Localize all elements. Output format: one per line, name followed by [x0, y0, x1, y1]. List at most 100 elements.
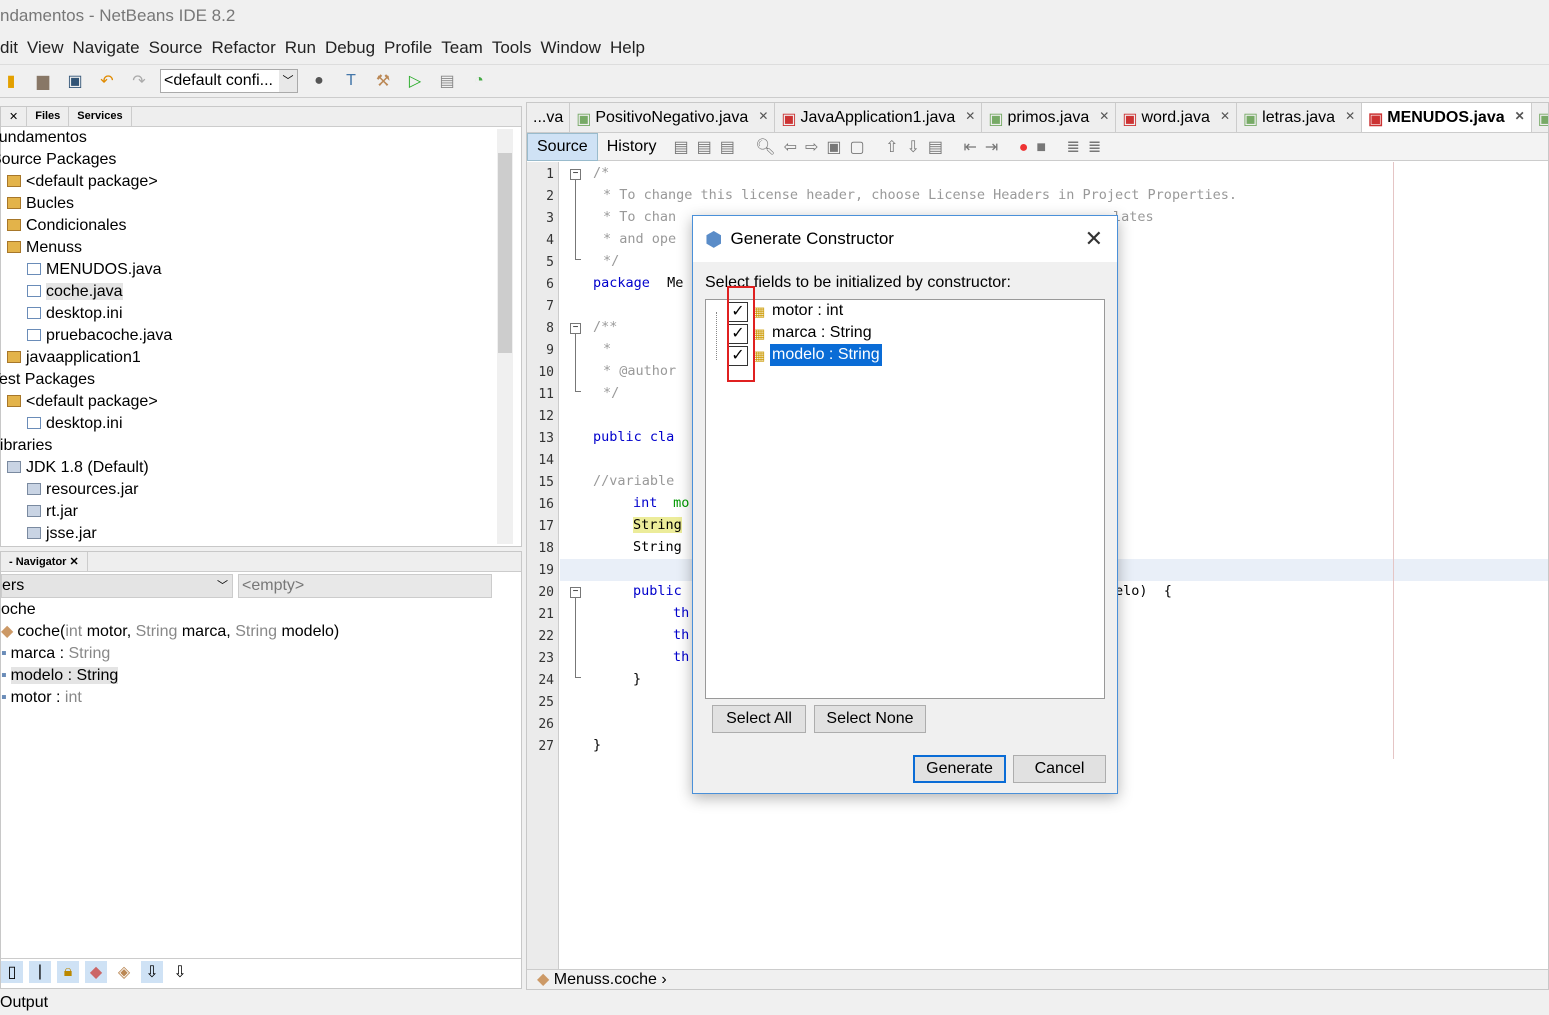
tree-item[interactable]: desktop.ini	[27, 303, 123, 325]
editor-tab[interactable]: ▣ letras.java ✕	[1237, 103, 1363, 132]
filter-inherited-icon[interactable]: ◆	[85, 960, 107, 983]
menu-source[interactable]: Source	[149, 38, 203, 62]
save-all-icon[interactable]: ▣	[64, 70, 86, 92]
tab-files[interactable]: Files	[27, 107, 70, 126]
tab-services[interactable]: Services	[69, 107, 132, 126]
open-project-icon[interactable]: ▆	[32, 70, 54, 92]
sort-alpha-icon[interactable]: ⇩	[141, 960, 163, 983]
menu-run[interactable]: Run	[285, 38, 316, 62]
config-dropdown[interactable]: <default confi... ﹀	[160, 69, 298, 93]
show-inherited-icon[interactable]: ◈	[113, 961, 135, 983]
close-tab-icon[interactable]: ✕	[1515, 109, 1525, 132]
debug-icon[interactable]: ▤	[436, 70, 458, 92]
tree-item[interactable]: rt.jar	[27, 501, 78, 523]
navigator-field[interactable]: ▪ motor : int	[1, 687, 82, 709]
tree-item[interactable]: pruebacoche.java	[27, 325, 172, 347]
profile-icon[interactable]: ◔	[468, 70, 490, 92]
tree-item[interactable]: Fundamentos	[0, 127, 87, 149]
build-icon[interactable]: T	[340, 70, 362, 92]
close-tab-icon[interactable]: ✕	[1099, 109, 1109, 132]
field-item[interactable]: marca : String	[770, 322, 874, 344]
members-filter-dropdown[interactable]: ers ﹀	[1, 574, 233, 598]
menu-refactor[interactable]: Refactor	[212, 38, 276, 62]
menu-profile[interactable]: Profile	[384, 38, 432, 62]
line-number: 11	[538, 387, 554, 402]
menu-window[interactable]: Window	[541, 38, 601, 62]
sort-source-icon[interactable]: ⇩	[169, 961, 191, 983]
menu-help[interactable]: Help	[610, 38, 645, 62]
tree-item[interactable]: jsse.jar	[27, 523, 97, 545]
clean-build-icon[interactable]: ⚒	[372, 70, 394, 92]
field-item[interactable]: modelo : String	[770, 344, 882, 366]
breadcrumb-text[interactable]: Menuss.coche	[554, 971, 657, 988]
tree-item[interactable]: Menuss	[7, 237, 82, 259]
editor-tab[interactable]: ▣ MENUDOS.java ✕	[1362, 103, 1532, 132]
tree-item[interactable]: MENUDOS.java	[27, 259, 162, 281]
tree-item[interactable]: resources.jar	[27, 479, 138, 501]
tree-scrollbar[interactable]	[497, 129, 513, 544]
editor-tab[interactable]: ▣coc	[1532, 103, 1548, 132]
navigator-constructor[interactable]: ◆ coche(int motor, String marca, String m…	[1, 621, 339, 643]
menu-tools[interactable]: Tools	[492, 38, 532, 62]
menu-dit[interactable]: dit	[0, 38, 18, 62]
close-tab-icon[interactable]: ✕	[1345, 109, 1355, 132]
editor-tab[interactable]: ▣ JavaApplication1.java ✕	[775, 103, 983, 132]
code-line-1: /*	[593, 165, 610, 181]
tree-item[interactable]: javaapplication1	[7, 347, 141, 369]
editor-tab-label: letras.java	[1262, 109, 1336, 126]
editor-tab-label: MENUDOS.java	[1387, 109, 1505, 126]
cancel-button[interactable]: Cancel	[1013, 755, 1106, 783]
tree-item[interactable]: <default package>	[7, 171, 158, 193]
tree-item[interactable]: Test Packages	[0, 369, 95, 391]
history-tab[interactable]: History	[598, 134, 666, 160]
filter-fields-icon[interactable]: ▯	[1, 960, 23, 983]
new-file-icon[interactable]: ▮	[0, 70, 22, 92]
output-tab[interactable]: Output	[0, 994, 48, 1012]
tree-item[interactable]: JDK 1.8 (Default)	[7, 457, 149, 479]
tree-item[interactable]: <default package>	[7, 391, 158, 413]
close-icon[interactable]: ✕	[1, 107, 28, 126]
tab-navigator[interactable]: - Navigator ✕	[1, 552, 88, 571]
fold-toggle-icon[interactable]: −	[570, 169, 581, 180]
tree-item[interactable]: Condicionales	[7, 215, 127, 237]
undo-icon[interactable]: ↶	[96, 70, 118, 92]
run-icon[interactable]: ▷	[404, 70, 426, 92]
scrollbar-thumb[interactable]	[498, 153, 512, 353]
close-tab-icon[interactable]: ✕	[1220, 109, 1230, 132]
globe-icon[interactable]: ●	[308, 70, 330, 92]
tree-item[interactable]: coche.java	[27, 281, 123, 303]
close-icon[interactable]: ✕	[1085, 226, 1103, 252]
tree-item[interactable]: Source Packages	[0, 149, 116, 171]
close-tab-icon[interactable]: ✕	[758, 109, 768, 132]
editor-tab[interactable]: ▣ word.java ✕	[1116, 103, 1238, 132]
navigator-field[interactable]: ▪ modelo : String	[1, 665, 119, 687]
menu-team[interactable]: Team	[441, 38, 483, 62]
tree-item[interactable]: Bucles	[7, 193, 74, 215]
select-none-button[interactable]: Select None	[814, 705, 926, 733]
fold-toggle-icon[interactable]: −	[570, 323, 581, 334]
code-line-9: *	[603, 341, 612, 357]
navigator-root[interactable]: oche	[1, 599, 36, 621]
tree-item[interactable]: desktop.ini	[27, 413, 123, 435]
menu-navigate[interactable]: Navigate	[73, 38, 140, 62]
editor-tab[interactable]: ▣ PositivoNegativo.java ✕	[570, 103, 776, 132]
projects-tabs: ✕ Files Services	[1, 107, 521, 127]
select-all-button[interactable]: Select All	[712, 705, 806, 733]
tree-item[interactable]: Libraries	[0, 435, 52, 457]
generate-button[interactable]: Generate	[913, 755, 1006, 783]
editor-tab[interactable]: ...va	[527, 103, 571, 132]
source-tab[interactable]: Source	[527, 132, 598, 161]
editor-action-icons[interactable]: ▤▤▤ 🔍︎⇦⇨▣▢ ⇧⇩▤ ⇤⇥ ●■ ≣≣	[673, 137, 1109, 157]
lock-icon[interactable]: 🔒︎	[57, 960, 79, 983]
filter-static-icon[interactable]: |	[29, 960, 51, 983]
code-line-21: th	[673, 605, 690, 621]
empty-dropdown[interactable]: <empty>	[238, 574, 492, 598]
menu-debug[interactable]: Debug	[325, 38, 375, 62]
close-tab-icon[interactable]: ✕	[965, 109, 975, 132]
editor-tab[interactable]: ▣ primos.java ✕	[982, 103, 1117, 132]
redo-icon[interactable]: ↷	[128, 70, 150, 92]
fold-toggle-icon[interactable]: −	[570, 587, 581, 598]
field-item[interactable]: motor : int	[770, 300, 845, 322]
navigator-field[interactable]: ▪ marca : String	[1, 643, 110, 665]
menu-view[interactable]: View	[27, 38, 64, 62]
